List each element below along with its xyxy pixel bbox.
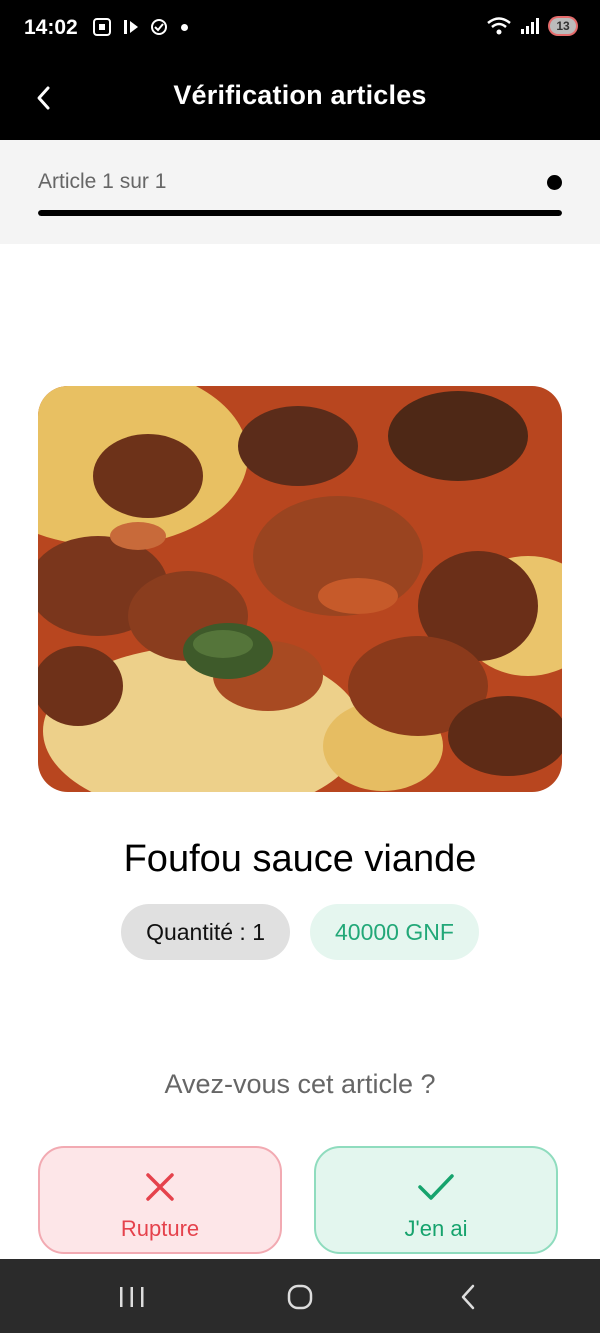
screenshot-icon [93, 18, 111, 36]
availability-question: Avez-vous cet article ? [164, 1069, 436, 1099]
system-back-button[interactable] [446, 1275, 490, 1319]
status-bar: 14:02 13 [0, 0, 600, 56]
notification-icons [92, 17, 188, 37]
product-badges: Quantité : 1 40000 GNF [0, 904, 600, 960]
battery-level: 13 [550, 18, 576, 34]
app-bar: Vérification articles [0, 56, 600, 140]
progress-panel: Article 1 sur 1 [0, 140, 600, 244]
status-time: 14:02 [24, 16, 78, 39]
progress-bar [38, 210, 562, 216]
recent-apps-button[interactable] [110, 1275, 154, 1319]
home-button[interactable] [278, 1275, 322, 1319]
media-icon [124, 20, 138, 34]
system-icons: 13 [486, 16, 578, 36]
progress-label: Article 1 sur 1 [38, 170, 167, 193]
food-photo [38, 386, 562, 792]
battery-icon: 13 [548, 16, 578, 36]
close-icon [40, 1170, 280, 1204]
wifi-icon [487, 17, 511, 35]
system-navigation-bar [0, 1259, 600, 1333]
recent-apps-icon [120, 1287, 144, 1307]
price-badge: 40000 GNF [310, 904, 479, 960]
check-icon [316, 1170, 556, 1204]
notification-dot [181, 23, 188, 31]
progress-indicator-dot [547, 175, 562, 190]
page-title: Vérification articles [173, 80, 427, 110]
sync-check-icon [151, 19, 167, 35]
have-item-label: J'en ai [404, 1216, 468, 1241]
rupture-button[interactable]: Rupture [38, 1146, 282, 1254]
quantity-badge: Quantité : 1 [121, 904, 290, 960]
home-icon [287, 1284, 313, 1310]
product-image [38, 386, 562, 792]
product-name: Foufou sauce viande [123, 838, 477, 880]
rupture-label: Rupture [120, 1216, 200, 1241]
signal-icon [521, 18, 539, 34]
back-icon [461, 1284, 475, 1310]
progress-bar-fill [38, 210, 562, 216]
have-item-button[interactable]: J'en ai [314, 1146, 558, 1254]
